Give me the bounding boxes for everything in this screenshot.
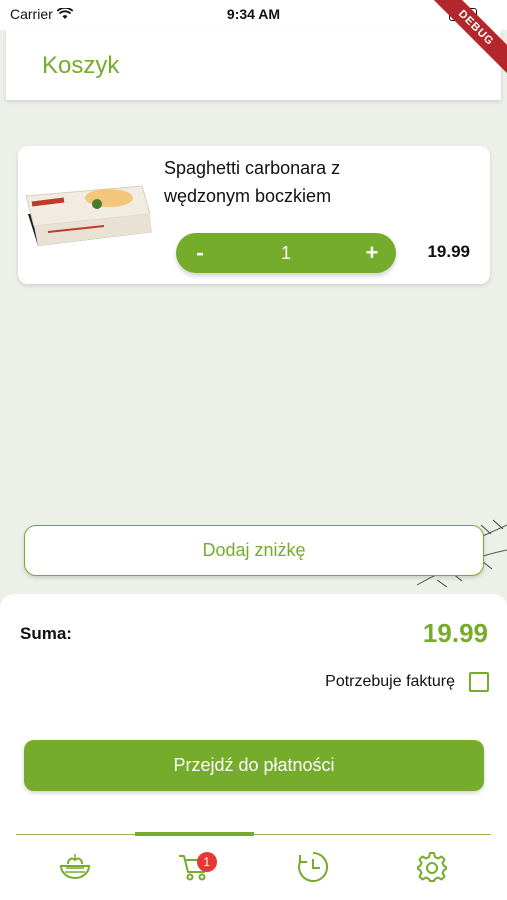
cart-item-card: Spaghetti carbonara z wędzonym boczkiem … <box>18 146 490 284</box>
status-bar: Carrier 9:34 AM <box>0 0 507 30</box>
bottom-nav: 1 <box>16 838 491 896</box>
status-time: 9:34 AM <box>226 6 281 22</box>
summary-sheet: Suma: 19.99 Potrzebuje fakturę Przejdź d… <box>0 594 507 900</box>
history-clock-icon <box>297 851 328 882</box>
quantity-stepper: - 1 + <box>176 233 396 273</box>
sum-value: 19.99 <box>422 618 488 648</box>
quantity-value: 1 <box>280 242 291 263</box>
checkout-button[interactable]: Przejdź do płatności <box>24 740 484 791</box>
page-title: Koszyk <box>42 52 120 79</box>
product-name: Spaghetti carbonara z wędzonym boczkiem <box>164 158 341 206</box>
nav-item-history[interactable] <box>254 838 373 896</box>
invoice-label: Potrzebuje fakturę <box>325 673 455 690</box>
increment-button[interactable]: + <box>362 240 382 266</box>
nav-active-indicator <box>135 832 254 836</box>
product-image <box>25 185 152 246</box>
nav-item-menu[interactable] <box>16 838 135 896</box>
add-discount-button[interactable]: Dodaj zniżkę <box>24 525 484 576</box>
item-price: 19.99 <box>427 242 470 261</box>
decrement-button[interactable]: - <box>190 240 210 266</box>
app-bar: Koszyk <box>6 30 501 100</box>
cart-badge: 1 <box>196 852 217 872</box>
invoice-checkbox[interactable] <box>469 672 489 692</box>
nav-item-cart[interactable]: 1 <box>135 838 254 896</box>
nav-item-settings[interactable] <box>372 838 491 896</box>
sum-label: Suma: <box>20 624 72 643</box>
invoice-row: Potrzebuje fakturę <box>325 672 489 692</box>
gear-icon <box>416 852 447 882</box>
food-bowl-icon <box>60 854 91 879</box>
